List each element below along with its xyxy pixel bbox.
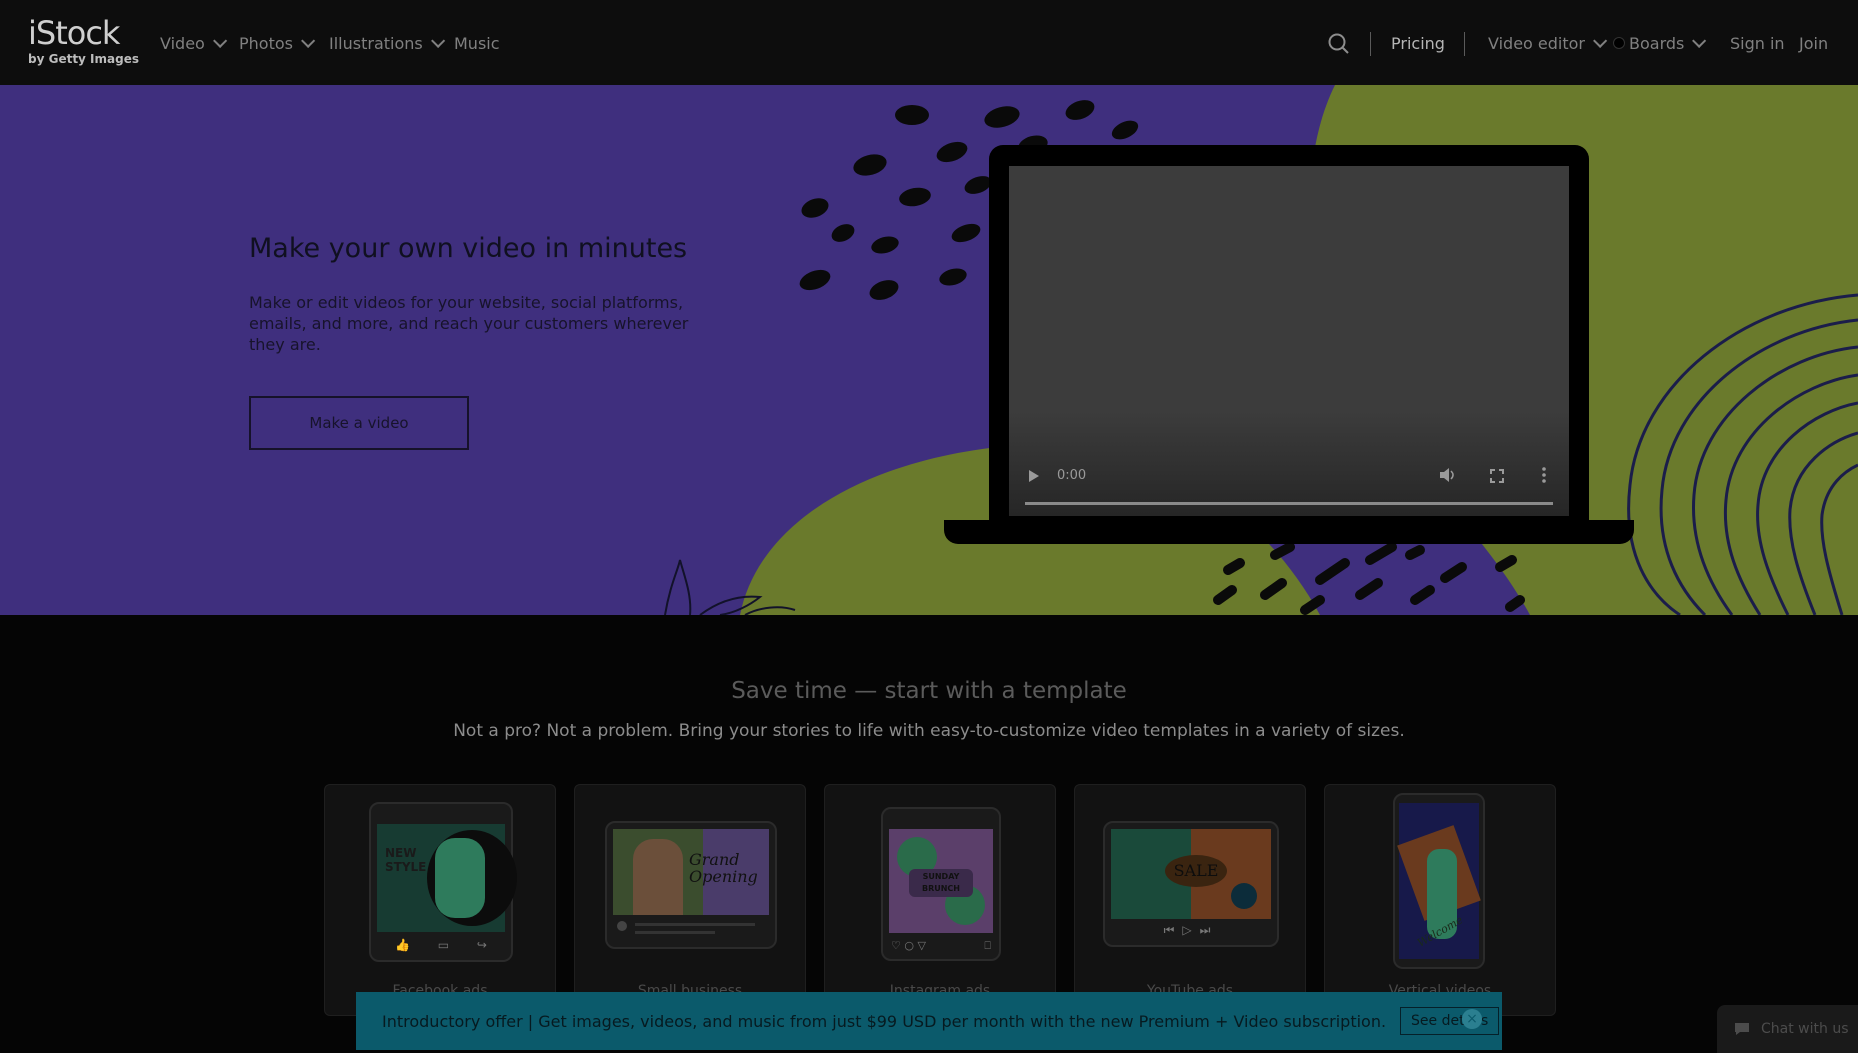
- templates-subtitle: Not a pro? Not a problem. Bring your sto…: [453, 721, 1405, 741]
- chevron-down-icon: [301, 33, 316, 48]
- chevron-down-icon: [1692, 33, 1707, 48]
- boards-dot-icon: [1613, 37, 1625, 49]
- top-nav: iStock by Getty Images Video Photos Illu…: [0, 0, 1858, 85]
- promo-text: Introductory offer | Get images, videos,…: [382, 1011, 1387, 1031]
- nav-pricing-link[interactable]: Pricing: [1391, 30, 1445, 56]
- more-options-icon[interactable]: [1542, 467, 1546, 483]
- chevron-down-icon: [430, 33, 445, 48]
- hero-banner: Make your own video in minutes Make or e…: [0, 85, 1858, 615]
- template-thumbnail: NEW STYLE: [377, 824, 517, 932]
- nav-music-label: Music: [454, 33, 500, 53]
- template-thumbnail: SALE: [1111, 829, 1271, 919]
- nav-boards-menu[interactable]: Boards: [1613, 30, 1707, 56]
- thumbnail-text: Grand Opening: [689, 850, 758, 886]
- nav-photos-menu[interactable]: Photos: [239, 30, 316, 56]
- templates-title: Save time — start with a template: [731, 678, 1127, 704]
- video-time: 0:00: [1057, 468, 1087, 483]
- play-icon[interactable]: [1027, 468, 1041, 482]
- nav-sign-in-label: Sign in: [1730, 33, 1785, 53]
- nav-video-label: Video: [160, 33, 205, 53]
- volume-icon[interactable]: [1439, 467, 1457, 483]
- template-card-facebook-ads[interactable]: NEW STYLE 👍 ▭ ↪ Facebook ads: [324, 784, 556, 1016]
- share-icon: ↪: [476, 938, 487, 952]
- social-actions: 👍 ▭ ↪: [395, 938, 487, 952]
- chat-widget-button[interactable]: Chat with us: [1717, 1005, 1858, 1053]
- template-card-instagram-ads[interactable]: SUNDAY BRUNCH ♡ ○ ▽ ⎕ Instagram ads: [824, 784, 1056, 1016]
- comment-icon: ▭: [437, 938, 450, 952]
- nav-boards-label: Boards: [1629, 33, 1685, 53]
- nav-video-editor-menu[interactable]: Video editor: [1488, 30, 1608, 56]
- close-icon[interactable]: ×: [1462, 1009, 1482, 1029]
- nav-divider: [1370, 32, 1371, 56]
- video-progress-bar[interactable]: [1025, 502, 1553, 505]
- see-details-button[interactable]: See details: [1400, 1007, 1500, 1035]
- phone-mockup: NEW STYLE 👍 ▭ ↪: [369, 802, 517, 962]
- nav-illustrations-label: Illustrations: [329, 33, 423, 53]
- nav-video-menu[interactable]: Video: [160, 30, 228, 56]
- like-icon: 👍: [395, 938, 410, 952]
- laptop-mockup: SALE ⏮▷⏭: [1103, 821, 1279, 947]
- logo-wordmark: iStock: [28, 14, 120, 52]
- nav-join-link[interactable]: Join: [1799, 30, 1828, 56]
- nav-join-label: Join: [1799, 33, 1829, 53]
- nav-video-editor-label: Video editor: [1488, 33, 1585, 53]
- hero-title: Make your own video in minutes: [249, 233, 688, 264]
- chevron-down-icon: [1593, 33, 1608, 48]
- nav-illustrations-menu[interactable]: Illustrations: [329, 30, 445, 56]
- template-card-small-business[interactable]: Grand Opening Small business: [574, 784, 806, 1016]
- template-card-vertical-videos[interactable]: Welcome Vertical videos: [1324, 784, 1556, 1016]
- thumbnail-text: NEW STYLE: [385, 846, 427, 874]
- bookmark-icon: ⎕: [984, 939, 991, 952]
- promo-banner: Introductory offer | Get images, videos,…: [356, 992, 1502, 1050]
- make-video-button[interactable]: Make a video: [249, 396, 469, 450]
- nav-music-link[interactable]: Music: [454, 30, 500, 56]
- fullscreen-icon[interactable]: [1490, 468, 1504, 483]
- nav-sign-in-link[interactable]: Sign in: [1730, 30, 1785, 56]
- template-thumbnail: Welcome: [1397, 803, 1481, 959]
- logo-subtitle: by Getty Images: [28, 52, 139, 66]
- chevron-down-icon: [212, 33, 228, 48]
- nav-pricing-label: Pricing: [1391, 33, 1445, 53]
- template-card-youtube-ads[interactable]: SALE ⏮▷⏭ YouTube ads: [1074, 784, 1306, 1016]
- thumbnail-text: SUNDAY BRUNCH: [909, 869, 973, 897]
- laptop-mockup: Grand Opening: [605, 821, 777, 949]
- video-player[interactable]: [1009, 166, 1569, 516]
- nav-photos-label: Photos: [239, 33, 293, 53]
- nav-divider: [1464, 32, 1465, 56]
- laptop-base: [944, 520, 1634, 544]
- chat-bubble-icon: [1735, 1023, 1749, 1035]
- like-icon: ♡ ○ ▽: [891, 939, 926, 952]
- phone-mockup: SUNDAY BRUNCH ♡ ○ ▽ ⎕: [881, 807, 1001, 961]
- template-thumbnail: Grand Opening: [613, 829, 769, 915]
- media-controls: ⏮▷⏭: [1163, 923, 1219, 937]
- istock-logo[interactable]: iStock by Getty Images: [28, 14, 139, 70]
- template-thumbnail: SUNDAY BRUNCH: [889, 829, 993, 933]
- thumbnail-text: SALE: [1165, 855, 1227, 887]
- search-icon[interactable]: [1328, 33, 1350, 55]
- chat-label: Chat with us: [1761, 1021, 1849, 1037]
- phone-mockup: Welcome: [1393, 793, 1485, 969]
- hero-description: Make or edit videos for your website, so…: [249, 293, 689, 354]
